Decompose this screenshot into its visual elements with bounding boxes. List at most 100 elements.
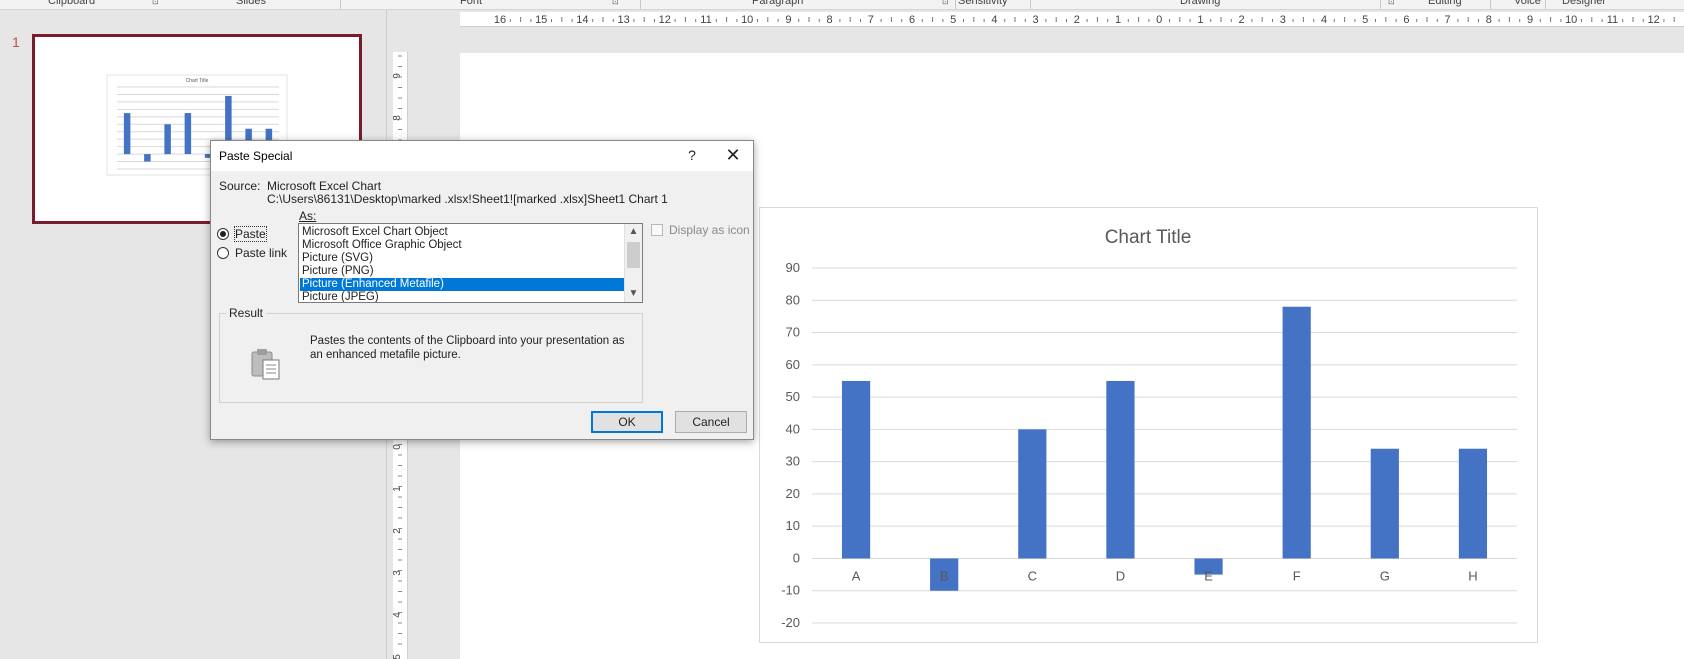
ribbon-group-labels: Clipboard ⊡ Slides Font ⊡ Paragraph ⊡ Sensitivi… — [0, 0, 1684, 10]
x-tick-label: G — [1380, 568, 1390, 583]
source-name: Microsoft Excel Chart — [267, 179, 382, 193]
ruler-label: 10 — [741, 14, 753, 26]
y-tick-label: 90 — [786, 260, 800, 275]
y-tick-label: 80 — [786, 292, 800, 307]
format-option[interactable]: Picture (SVG) — [300, 252, 624, 265]
ruler-label: 8 — [393, 115, 403, 121]
x-tick-label: E — [1204, 568, 1213, 583]
cancel-button[interactable]: Cancel — [675, 411, 747, 433]
slide-chart[interactable]: Chart Title 90 80 70 60 50 40 30 20 10 0 -10 -20 A B C D… — [759, 207, 1538, 643]
help-button[interactable]: ? — [681, 147, 703, 165]
bar-C — [1018, 429, 1047, 559]
ruler-label: 9 — [785, 14, 791, 26]
clipboard-icon — [251, 349, 280, 380]
listbox-scrollbar[interactable]: ▲ ▼ — [624, 224, 642, 302]
paste-link-radio[interactable] — [217, 247, 229, 259]
format-option[interactable]: Picture (PNG) — [300, 265, 624, 278]
slide-number: 1 — [12, 34, 20, 50]
ruler-label: 13 — [617, 14, 629, 26]
ribbon-group-voice: Voice — [1514, 0, 1541, 7]
format-option[interactable]: Microsoft Excel Chart Object — [300, 226, 624, 239]
display-as-icon-label: Display as icon — [669, 223, 750, 237]
ribbon-separator — [640, 0, 641, 9]
x-tick-label: F — [1293, 568, 1301, 583]
ruler-label: 2 — [1239, 14, 1245, 26]
bar-A — [123, 113, 131, 155]
scroll-thumb[interactable] — [627, 242, 640, 268]
format-option[interactable]: Microsoft Office Graphic Object — [300, 239, 624, 252]
bar-D — [1106, 380, 1135, 559]
ruler-label: 5 — [393, 654, 403, 659]
ruler-label: 14 — [576, 14, 588, 26]
ruler-label: 6 — [1403, 14, 1409, 26]
paste-link-radio-option[interactable]: Paste link — [217, 246, 287, 260]
ribbon-separator — [340, 0, 341, 9]
ruler-label: 8 — [827, 14, 833, 26]
format-option[interactable]: Picture (JPEG) — [300, 291, 624, 302]
ribbon-group-sensitivity: Sensitivity — [958, 0, 1008, 7]
paste-special-dialog: Paste Special ? ✕ Source: Microsoft Exce… — [210, 140, 754, 440]
ribbon-separator — [1380, 0, 1381, 9]
y-tick-label: 50 — [786, 389, 800, 404]
x-tick-label: B — [940, 568, 949, 583]
source-label: Source: — [219, 179, 261, 193]
bar-G — [1370, 448, 1399, 559]
ruler-label: 2 — [1074, 14, 1080, 26]
bar-D — [184, 113, 192, 155]
bar-H — [1458, 448, 1488, 559]
ok-button[interactable]: OK — [591, 411, 663, 433]
dialog-launcher-icon[interactable]: ⊡ — [152, 0, 159, 6]
ribbon-separator — [955, 0, 956, 9]
paste-link-radio-label: Paste link — [235, 246, 288, 260]
x-tick-label: A — [852, 568, 861, 583]
format-listbox[interactable]: Picture (JPEG) Picture (Enhanced Metafile… — [298, 223, 643, 303]
horizontal-ruler[interactable]: 16 15 14 13 12 11 10 9 8 7 6 5 4 3 2 1 0 1 2 3 4 5 6 7 8 9 10 11 12 — [460, 12, 1684, 27]
x-tick-label: D — [1116, 568, 1125, 583]
ruler-label: 11 — [700, 14, 711, 26]
y-tick-label: 10 — [786, 518, 800, 533]
ruler-label: 7 — [868, 14, 874, 26]
ruler-label: 12 — [1647, 14, 1659, 26]
paste-radio[interactable] — [217, 228, 229, 240]
dialog-launcher-icon[interactable]: ⊡ — [942, 0, 949, 6]
close-icon[interactable]: ✕ — [719, 145, 747, 167]
x-tick-label: C — [1028, 568, 1037, 583]
ruler-label: 15 — [535, 14, 547, 26]
ruler-label: 1 — [1115, 14, 1121, 26]
dialog-launcher-icon[interactable]: ⊡ — [1388, 0, 1395, 6]
bar-C — [164, 124, 171, 155]
ruler-label: 7 — [1445, 14, 1451, 26]
ruler-label: 11 — [1607, 14, 1618, 26]
ruler-label: 10 — [1565, 14, 1577, 26]
ribbon-group-font: Font — [460, 0, 483, 7]
scroll-down-icon[interactable]: ▼ — [625, 287, 642, 301]
ruler-label: 9 — [1527, 14, 1533, 26]
dialog-launcher-icon[interactable]: ⊡ — [612, 0, 619, 6]
ruler-label: 9 — [393, 73, 403, 79]
format-option[interactable]: Picture (Enhanced Metafile) — [300, 278, 624, 291]
chart-title: Chart Title — [1105, 227, 1192, 248]
ruler-label: 6 — [909, 14, 915, 26]
y-tick-label: 30 — [786, 454, 800, 469]
y-tick-label: 0 — [793, 550, 800, 565]
ruler-label: 3 — [1280, 14, 1286, 26]
dialog-title-bar[interactable]: Paste Special ? ✕ — [211, 141, 753, 171]
chart-title: Chart Title — [186, 78, 209, 84]
display-as-icon-checkbox[interactable] — [651, 224, 663, 236]
ruler-label: 0 — [1156, 14, 1162, 26]
ruler-label: 5 — [1362, 14, 1368, 26]
paste-radio-option[interactable]: Paste — [217, 226, 267, 242]
ruler-label: 8 — [1486, 14, 1492, 26]
ruler-label: 3 — [1033, 14, 1039, 26]
result-description: Pastes the contents of the Clipboard int… — [310, 335, 625, 361]
as-label: As: — [299, 209, 317, 223]
bar-F — [1282, 306, 1311, 559]
scroll-up-icon[interactable]: ▲ — [625, 225, 642, 239]
result-group: Result Pastes the contents of the Clipbo… — [219, 306, 643, 403]
y-tick-label: 70 — [786, 325, 800, 340]
ruler-label: 5 — [950, 14, 956, 26]
x-tick-label: H — [1468, 568, 1477, 583]
ribbon-separator — [1490, 0, 1491, 9]
display-as-icon-option[interactable]: Display as icon — [651, 223, 750, 237]
result-label: Result — [226, 306, 267, 320]
